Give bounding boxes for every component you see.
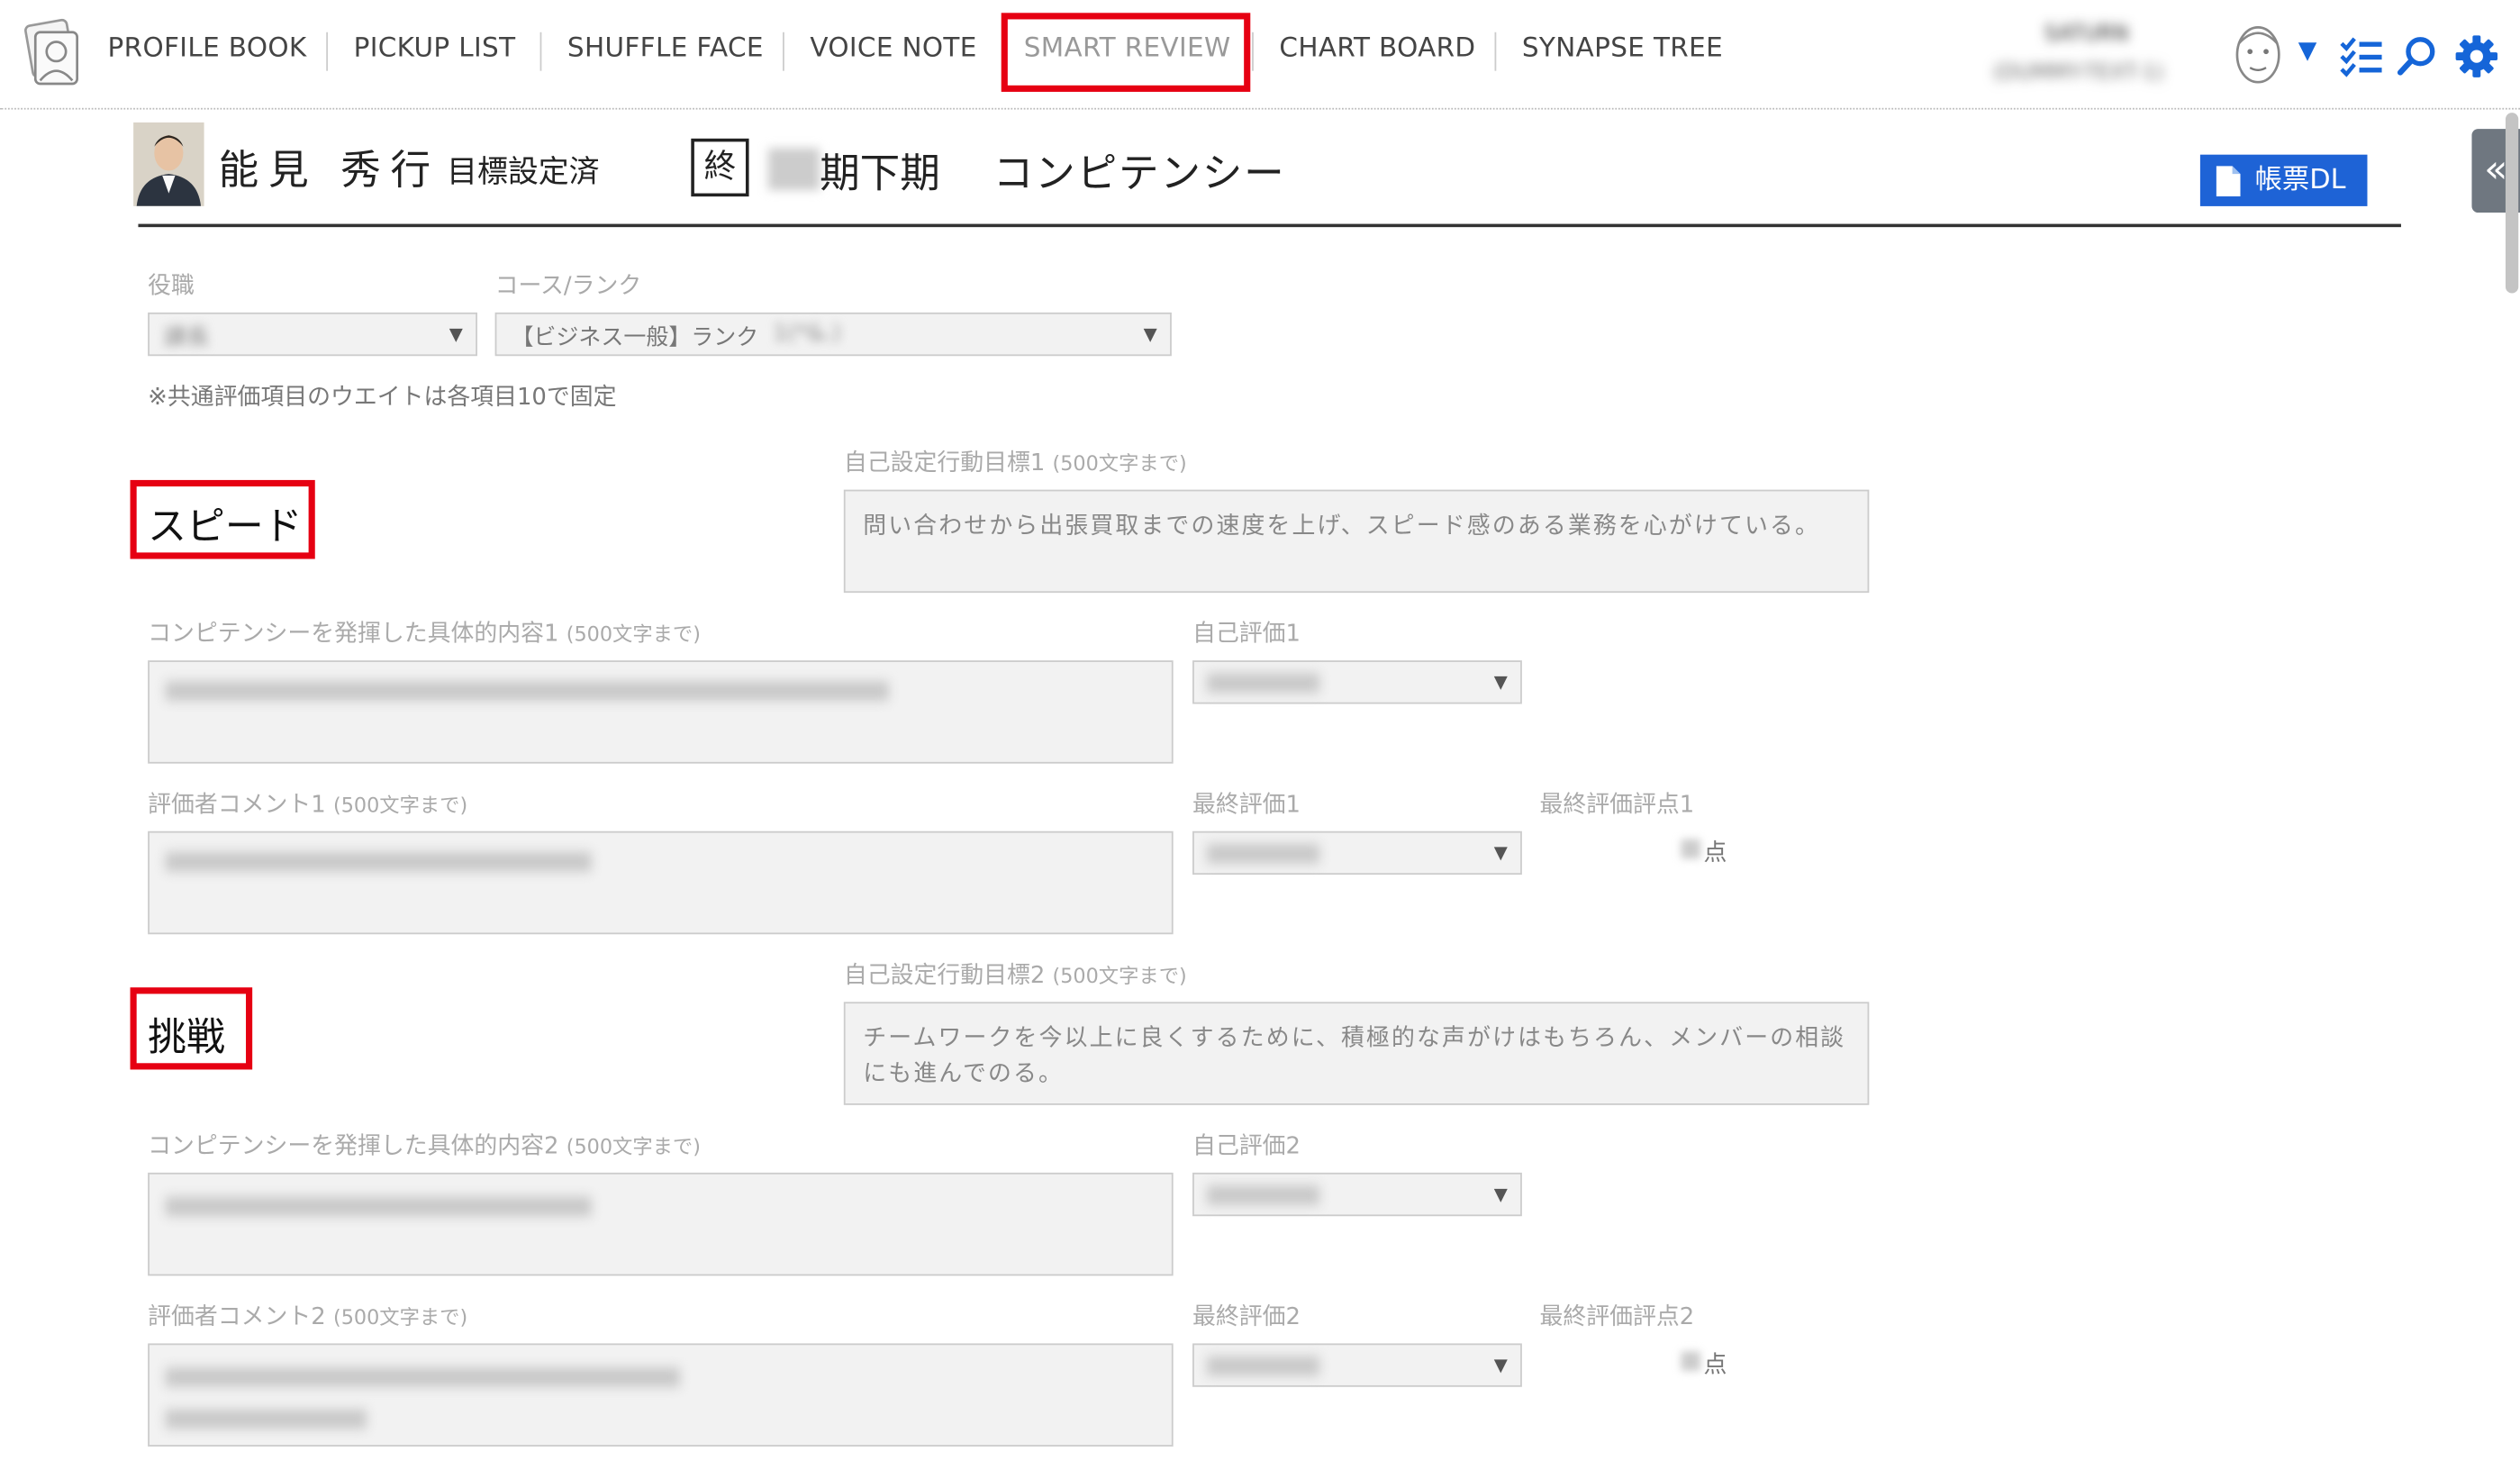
employee-name: 能見 秀行 xyxy=(218,146,440,194)
end-badge: 終 xyxy=(691,138,749,197)
nav-smart-review[interactable]: SMART REVIEW xyxy=(1024,32,1231,71)
course-value-blurred: 1(*&.) xyxy=(773,320,841,347)
self-eval-label: 自己評価1 xyxy=(1192,622,1301,648)
final-points-label: 最終評価評点1 xyxy=(1539,792,1695,819)
logo-icon[interactable] xyxy=(19,16,83,90)
chevron-down-icon[interactable]: ▼ xyxy=(2298,35,2317,64)
scrollbar[interactable] xyxy=(2505,113,2519,294)
top-nav-bar: PROFILE BOOK PICKUP LIST SHUFFLE FACE VO… xyxy=(0,0,2520,110)
nav-divider xyxy=(326,32,329,71)
blurred-text xyxy=(1207,1356,1320,1376)
self-eval-label: 自己評価2 xyxy=(1192,1133,1301,1160)
blurred-text xyxy=(165,681,889,701)
nav-divider xyxy=(1252,32,1254,71)
comment-textarea[interactable] xyxy=(148,830,1174,935)
chevron-down-icon: ▼ xyxy=(1493,1184,1508,1205)
section-heading: スピード xyxy=(148,504,303,549)
title-divider xyxy=(138,223,2401,228)
final-points-label: 最終評価評点2 xyxy=(1539,1304,1695,1331)
self-eval-select[interactable]: ▼ xyxy=(1192,660,1522,704)
goal-label: 自己設定行動目標1 (500文字まで) xyxy=(843,450,1187,477)
section-heading: 挑戦 xyxy=(148,1014,225,1060)
goal-label: 自己設定行動目標2 (500文字まで) xyxy=(843,963,1187,990)
nav-divider xyxy=(783,32,784,71)
nav-chart-board[interactable]: CHART BOARD xyxy=(1279,32,1475,71)
nav-shuffle-face[interactable]: SHUFFLE FACE xyxy=(567,32,764,71)
blurred-text xyxy=(1207,673,1320,693)
nav-synapse-tree[interactable]: SYNAPSE TREE xyxy=(1522,32,1723,71)
comment-label: 評価者コメント1 (500文字まで) xyxy=(148,792,468,819)
page-title: コンピテンシー xyxy=(993,150,1286,197)
self-eval-select[interactable]: ▼ xyxy=(1192,1172,1522,1217)
chevron-down-icon: ▼ xyxy=(449,323,463,345)
final-eval-label: 最終評価1 xyxy=(1192,792,1301,819)
goal-text: 問い合わせから出張買取までの速度を上げ、スピード感のある業務を心がけている。 xyxy=(863,513,1821,540)
detail-label: コンピテンシーを発揮した具体的内容1 (500文字まで) xyxy=(148,622,701,648)
blurred-text xyxy=(165,852,592,872)
final-eval-select[interactable]: ▼ xyxy=(1192,830,1522,876)
blurred-text xyxy=(165,1196,592,1217)
blurred-text xyxy=(165,1409,367,1429)
final-eval-label: 最終評価2 xyxy=(1192,1304,1301,1331)
avatar-icon[interactable] xyxy=(2231,19,2286,90)
user-name: SATURN xyxy=(2044,23,2129,47)
position-select[interactable]: 課長 ▼ xyxy=(148,312,477,357)
nav-divider xyxy=(539,32,542,71)
user-org: (DUMMY-TEXT-1) xyxy=(1992,60,2164,86)
chevron-down-icon: ▼ xyxy=(1493,1354,1508,1376)
nav-divider xyxy=(1494,32,1497,71)
checklist-icon[interactable] xyxy=(2338,35,2383,77)
course-select[interactable]: 【ビジネス一般】ランク 1(*&.) ▼ xyxy=(494,312,1172,357)
course-value: 【ビジネス一般】ランク xyxy=(511,325,759,351)
chevron-down-icon: ▼ xyxy=(1143,323,1157,345)
goal-textarea[interactable]: チームワークを今以上に良くするために、積極的な声がけはもちろん、メンバーの相談に… xyxy=(843,1002,1870,1105)
points-unit: 点 xyxy=(1703,1353,1727,1379)
download-report-label: 帳票DL xyxy=(2254,164,2346,197)
blurred-text xyxy=(165,1367,680,1387)
blurred-points xyxy=(1681,839,1700,859)
comment-textarea[interactable] xyxy=(148,1343,1174,1447)
goal-text: チームワークを今以上に良くするために、積極的な声がけはもちろん、メンバーの相談に… xyxy=(863,1026,1846,1088)
chevron-down-icon: ▼ xyxy=(1493,671,1508,693)
document-icon xyxy=(2216,166,2241,197)
profile-photo xyxy=(133,122,204,206)
blurred-points xyxy=(1681,1351,1700,1371)
comment-label: 評価者コメント2 (500文字まで) xyxy=(148,1304,468,1331)
search-icon[interactable] xyxy=(2397,35,2438,77)
detail-label: コンピテンシーを発揮した具体的内容2 (500文字まで) xyxy=(148,1133,701,1160)
period-label: 期下期 xyxy=(820,150,940,197)
goal-textarea[interactable]: 問い合わせから出張買取までの速度を上げ、スピード感のある業務を心がけている。 xyxy=(843,489,1870,594)
nav-voice-note[interactable]: VOICE NOTE xyxy=(810,32,976,71)
download-report-button[interactable]: 帳票DL xyxy=(2199,154,2368,206)
position-label: 役職 xyxy=(148,274,195,300)
gear-icon[interactable] xyxy=(2454,34,2499,79)
nav-profile-book[interactable]: PROFILE BOOK xyxy=(108,32,307,71)
position-value: 課長 xyxy=(164,325,209,351)
detail-textarea[interactable] xyxy=(148,660,1174,764)
course-label: コース/ランク xyxy=(494,274,642,300)
nav-pickup-list[interactable]: PICKUP LIST xyxy=(354,32,516,71)
detail-textarea[interactable] xyxy=(148,1172,1174,1276)
final-eval-select[interactable]: ▼ xyxy=(1192,1343,1522,1387)
period-year-blurred xyxy=(767,148,820,191)
blurred-text xyxy=(1207,844,1320,864)
weight-note: ※共通評価項目のウエイトは各項目10で固定 xyxy=(148,385,617,412)
blurred-text xyxy=(1207,1185,1320,1205)
points-unit: 点 xyxy=(1703,840,1727,867)
chevron-down-icon: ▼ xyxy=(1493,842,1508,864)
goal-status: 目標設定済 xyxy=(447,154,600,191)
